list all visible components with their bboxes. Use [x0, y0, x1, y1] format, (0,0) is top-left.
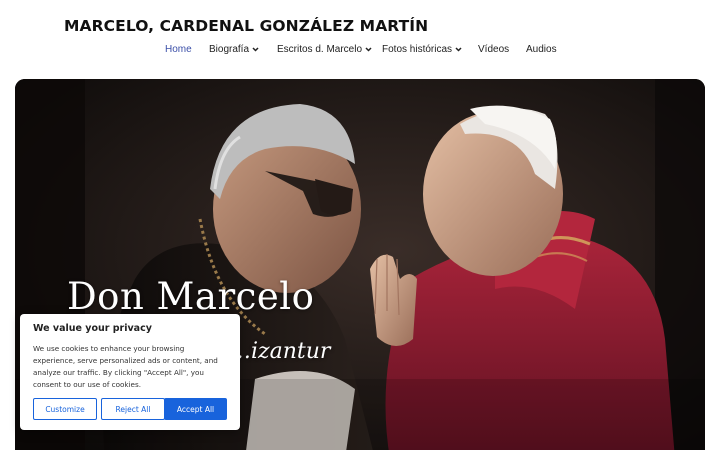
accept-all-button[interactable]: Accept All — [164, 398, 227, 420]
nav-item-label: Fotos históricas — [382, 44, 453, 55]
nav-item-label: Escritos d. Marcelo — [277, 44, 363, 55]
nav-item-biografia[interactable]: Biografía — [209, 44, 259, 55]
cookie-text: We use cookies to enhance your browsing … — [33, 344, 218, 389]
main-nav: Home Biografía Escritos d. Marcelo Fotos… — [0, 44, 720, 60]
nav-item-escritos[interactable]: Escritos d. Marcelo — [277, 44, 372, 55]
hero-subtitle: …izantur — [229, 339, 331, 364]
nav-item-videos[interactable]: Vídeos — [478, 44, 509, 55]
nav-item-fotos[interactable]: Fotos históricas — [382, 44, 462, 55]
nav-item-label: Vídeos — [478, 44, 510, 55]
cookie-title: We value your privacy — [33, 323, 152, 334]
nav-item-label: Home — [165, 44, 192, 55]
cookie-buttons: Customize Reject All Accept All — [33, 398, 227, 420]
chevron-down-icon — [252, 47, 259, 52]
nav-item-audios[interactable]: Audios — [526, 44, 557, 55]
reject-all-button[interactable]: Reject All — [101, 398, 165, 420]
site-title[interactable]: MARCELO, CARDENAL GONZÁLEZ MARTÍN — [64, 17, 428, 35]
cookie-consent-banner: We value your privacy We use cookies to … — [20, 314, 240, 430]
chevron-down-icon — [365, 47, 372, 52]
nav-item-label: Audios — [526, 44, 557, 55]
chevron-down-icon — [455, 47, 462, 52]
customize-button[interactable]: Customize — [33, 398, 97, 420]
nav-item-home[interactable]: Home — [165, 44, 192, 55]
nav-item-label: Biografía — [209, 44, 250, 55]
hero-title: Don Marcelo — [67, 275, 315, 318]
